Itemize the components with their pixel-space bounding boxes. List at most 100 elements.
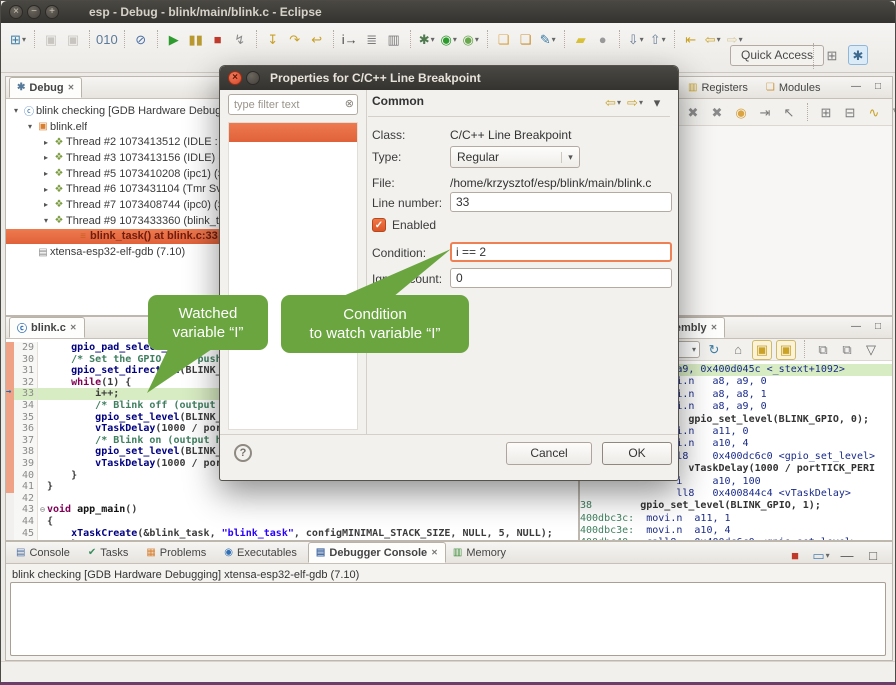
help-button[interactable]: ? xyxy=(234,444,252,462)
layout-button[interactable]: ∿ xyxy=(864,102,884,122)
previous-annotation-button[interactable]: ⇧▾ xyxy=(648,29,668,49)
code-line[interactable]: 43 ⊖ void app_main() xyxy=(6,504,578,516)
dialog-nav-common[interactable] xyxy=(229,123,357,142)
tab-memory[interactable]: ▥ Memory xyxy=(446,542,517,563)
annotation-ruler[interactable]: → xyxy=(6,388,14,400)
fold-icon[interactable] xyxy=(38,412,47,424)
disassembly-line[interactable]: 400dbc40: call8 0x400dc6c0 <gpio_set_lev… xyxy=(580,537,892,540)
annotation-ruler[interactable] xyxy=(6,528,14,540)
save-all-button[interactable]: ▣ xyxy=(63,29,83,49)
fold-icon[interactable] xyxy=(38,388,47,400)
fold-icon[interactable] xyxy=(38,493,47,505)
disconnect-button[interactable]: ↯ xyxy=(230,29,250,49)
quick-access-button[interactable]: Quick Access xyxy=(730,45,824,66)
annotation-ruler[interactable] xyxy=(6,435,14,447)
back-button[interactable]: ⇦▾ xyxy=(703,29,723,49)
line-number[interactable]: 37 xyxy=(14,435,38,447)
dropdown-arrow-icon[interactable]: ▾ xyxy=(617,98,621,107)
step-over-button[interactable]: ↷ xyxy=(285,29,305,49)
line-number[interactable]: 33 xyxy=(14,388,38,400)
dropdown-arrow-icon[interactable]: ▾ xyxy=(22,35,26,44)
tab[interactable]: ⓒ blink.c ✕ xyxy=(9,317,85,338)
expand-all-button[interactable]: ⊞ xyxy=(816,102,836,122)
fold-icon[interactable] xyxy=(38,470,47,482)
tab[interactable]: ✱ Debug ✕ xyxy=(9,77,82,98)
dropdown-arrow-icon[interactable]: ▾ xyxy=(552,35,556,44)
window-minimize-button[interactable]: − xyxy=(27,5,41,19)
show-source-toggle-button[interactable]: ⧉ xyxy=(837,340,857,360)
show-source-button[interactable]: ≣ xyxy=(362,29,382,49)
last-edit-location-button[interactable]: ⇤ xyxy=(681,29,701,49)
annotation-ruler[interactable] xyxy=(6,354,14,366)
track-expression-button[interactable]: ▣ xyxy=(776,340,796,360)
line-number[interactable]: 36 xyxy=(14,423,38,435)
expander-icon[interactable]: ▸ xyxy=(40,169,52,178)
annotation-ruler[interactable] xyxy=(6,539,14,540)
select-pointer-button[interactable]: ↖ xyxy=(779,102,799,122)
filter-input[interactable] xyxy=(228,94,358,115)
line-number[interactable]: 35 xyxy=(14,412,38,424)
dialog-nav-filter[interactable] xyxy=(229,161,357,180)
instruction-step-button[interactable]: i→ xyxy=(340,29,360,49)
line-number[interactable]: 31 xyxy=(14,365,38,377)
dropdown-arrow-icon[interactable]: ▾ xyxy=(739,35,743,44)
dialog-maximize-button[interactable] xyxy=(246,71,260,85)
view-menu-button[interactable]: ▽ xyxy=(888,102,896,122)
line-number[interactable]: 43 xyxy=(14,504,38,516)
tab-problems[interactable]: ▦ Problems xyxy=(139,542,217,563)
disassembly-line[interactable]: 400dbc3e: movi.n a10, 4 xyxy=(580,525,892,537)
line-number[interactable]: 40 xyxy=(14,470,38,482)
minimize-view-button[interactable]: — xyxy=(837,545,857,565)
disassembly-line[interactable]: 38 gpio_set_level(BLINK_GPIO, 1); xyxy=(580,500,892,512)
window-close-button[interactable]: × xyxy=(9,5,23,19)
fold-icon[interactable] xyxy=(38,481,47,493)
tab-modules[interactable]: ❏ Modules xyxy=(759,77,832,98)
tab-close-icon[interactable]: ✕ xyxy=(70,323,77,332)
breakpoint-icon[interactable]: → xyxy=(6,387,11,397)
expander-icon[interactable]: ▾ xyxy=(10,106,22,115)
expander-icon[interactable]: ▾ xyxy=(24,122,36,131)
open-perspective-button[interactable]: ⊞ xyxy=(822,45,842,65)
clear-filter-icon[interactable]: ⊗ xyxy=(345,97,354,110)
disassembly-line[interactable]: ll8 0x400844c4 <vTaskDelay> xyxy=(580,488,892,500)
code-line[interactable]: 41 } xyxy=(6,481,578,493)
window-maximize-button[interactable]: + xyxy=(45,5,59,19)
dialog-view-menu-button[interactable]: ▾ xyxy=(647,92,667,112)
condition-input[interactable] xyxy=(450,242,672,262)
dialog-close-button[interactable]: × xyxy=(228,71,242,85)
instruction-stepping-mode-button[interactable]: ▥ xyxy=(384,29,404,49)
tab-console[interactable]: ▤ Console xyxy=(9,542,81,563)
line-number[interactable]: 44 xyxy=(14,516,38,528)
remove-all-button[interactable]: ✖ xyxy=(707,102,727,122)
annotation-ruler[interactable] xyxy=(6,365,14,377)
debug-button[interactable]: ✱▾ xyxy=(417,29,437,49)
dropdown-arrow-icon[interactable]: ▾ xyxy=(453,35,457,44)
next-annotation-button[interactable]: ⇩▾ xyxy=(626,29,646,49)
tab-debugger-console[interactable]: ▤ Debugger Console ✕ xyxy=(308,542,446,563)
disassembly-line[interactable]: 400dbc3c: movi.n a11, 1 xyxy=(580,513,892,525)
tab-executables[interactable]: ◉ Executables xyxy=(217,542,308,563)
build-indicator[interactable]: ● xyxy=(593,29,613,49)
fold-icon[interactable] xyxy=(38,423,47,435)
chevron-down-icon[interactable]: ▾ xyxy=(692,345,696,354)
disasm-view-menu-button[interactable]: ▽ xyxy=(861,340,881,360)
dialog-back-button[interactable]: ⇦▾ xyxy=(603,92,623,112)
debug-perspective-button[interactable]: ✱ xyxy=(848,45,868,65)
mark-occurrences-button[interactable]: ▰ xyxy=(571,29,591,49)
line-number[interactable] xyxy=(14,539,38,540)
fold-icon[interactable] xyxy=(38,528,47,540)
tab-close-icon[interactable]: ✕ xyxy=(68,83,75,92)
line-number[interactable]: 45 xyxy=(14,528,38,540)
tab-tasks[interactable]: ✔ Tasks xyxy=(81,542,140,563)
fold-icon[interactable] xyxy=(38,446,47,458)
dropdown-arrow-icon[interactable]: ▾ xyxy=(640,35,644,44)
minimize-view-button[interactable]: — xyxy=(849,80,863,94)
fold-icon[interactable] xyxy=(38,365,47,377)
fold-icon[interactable] xyxy=(38,458,47,470)
annotation-ruler[interactable] xyxy=(6,342,14,354)
title-bar[interactable]: ×−+ esp - Debug - blink/main/blink.c - E… xyxy=(1,1,895,23)
line-number[interactable]: 39 xyxy=(14,458,38,470)
line-number[interactable]: 29 xyxy=(14,342,38,354)
pin-view-button[interactable]: ⇥ xyxy=(755,102,775,122)
new-wizard-button[interactable]: ⊞▾ xyxy=(8,29,28,49)
